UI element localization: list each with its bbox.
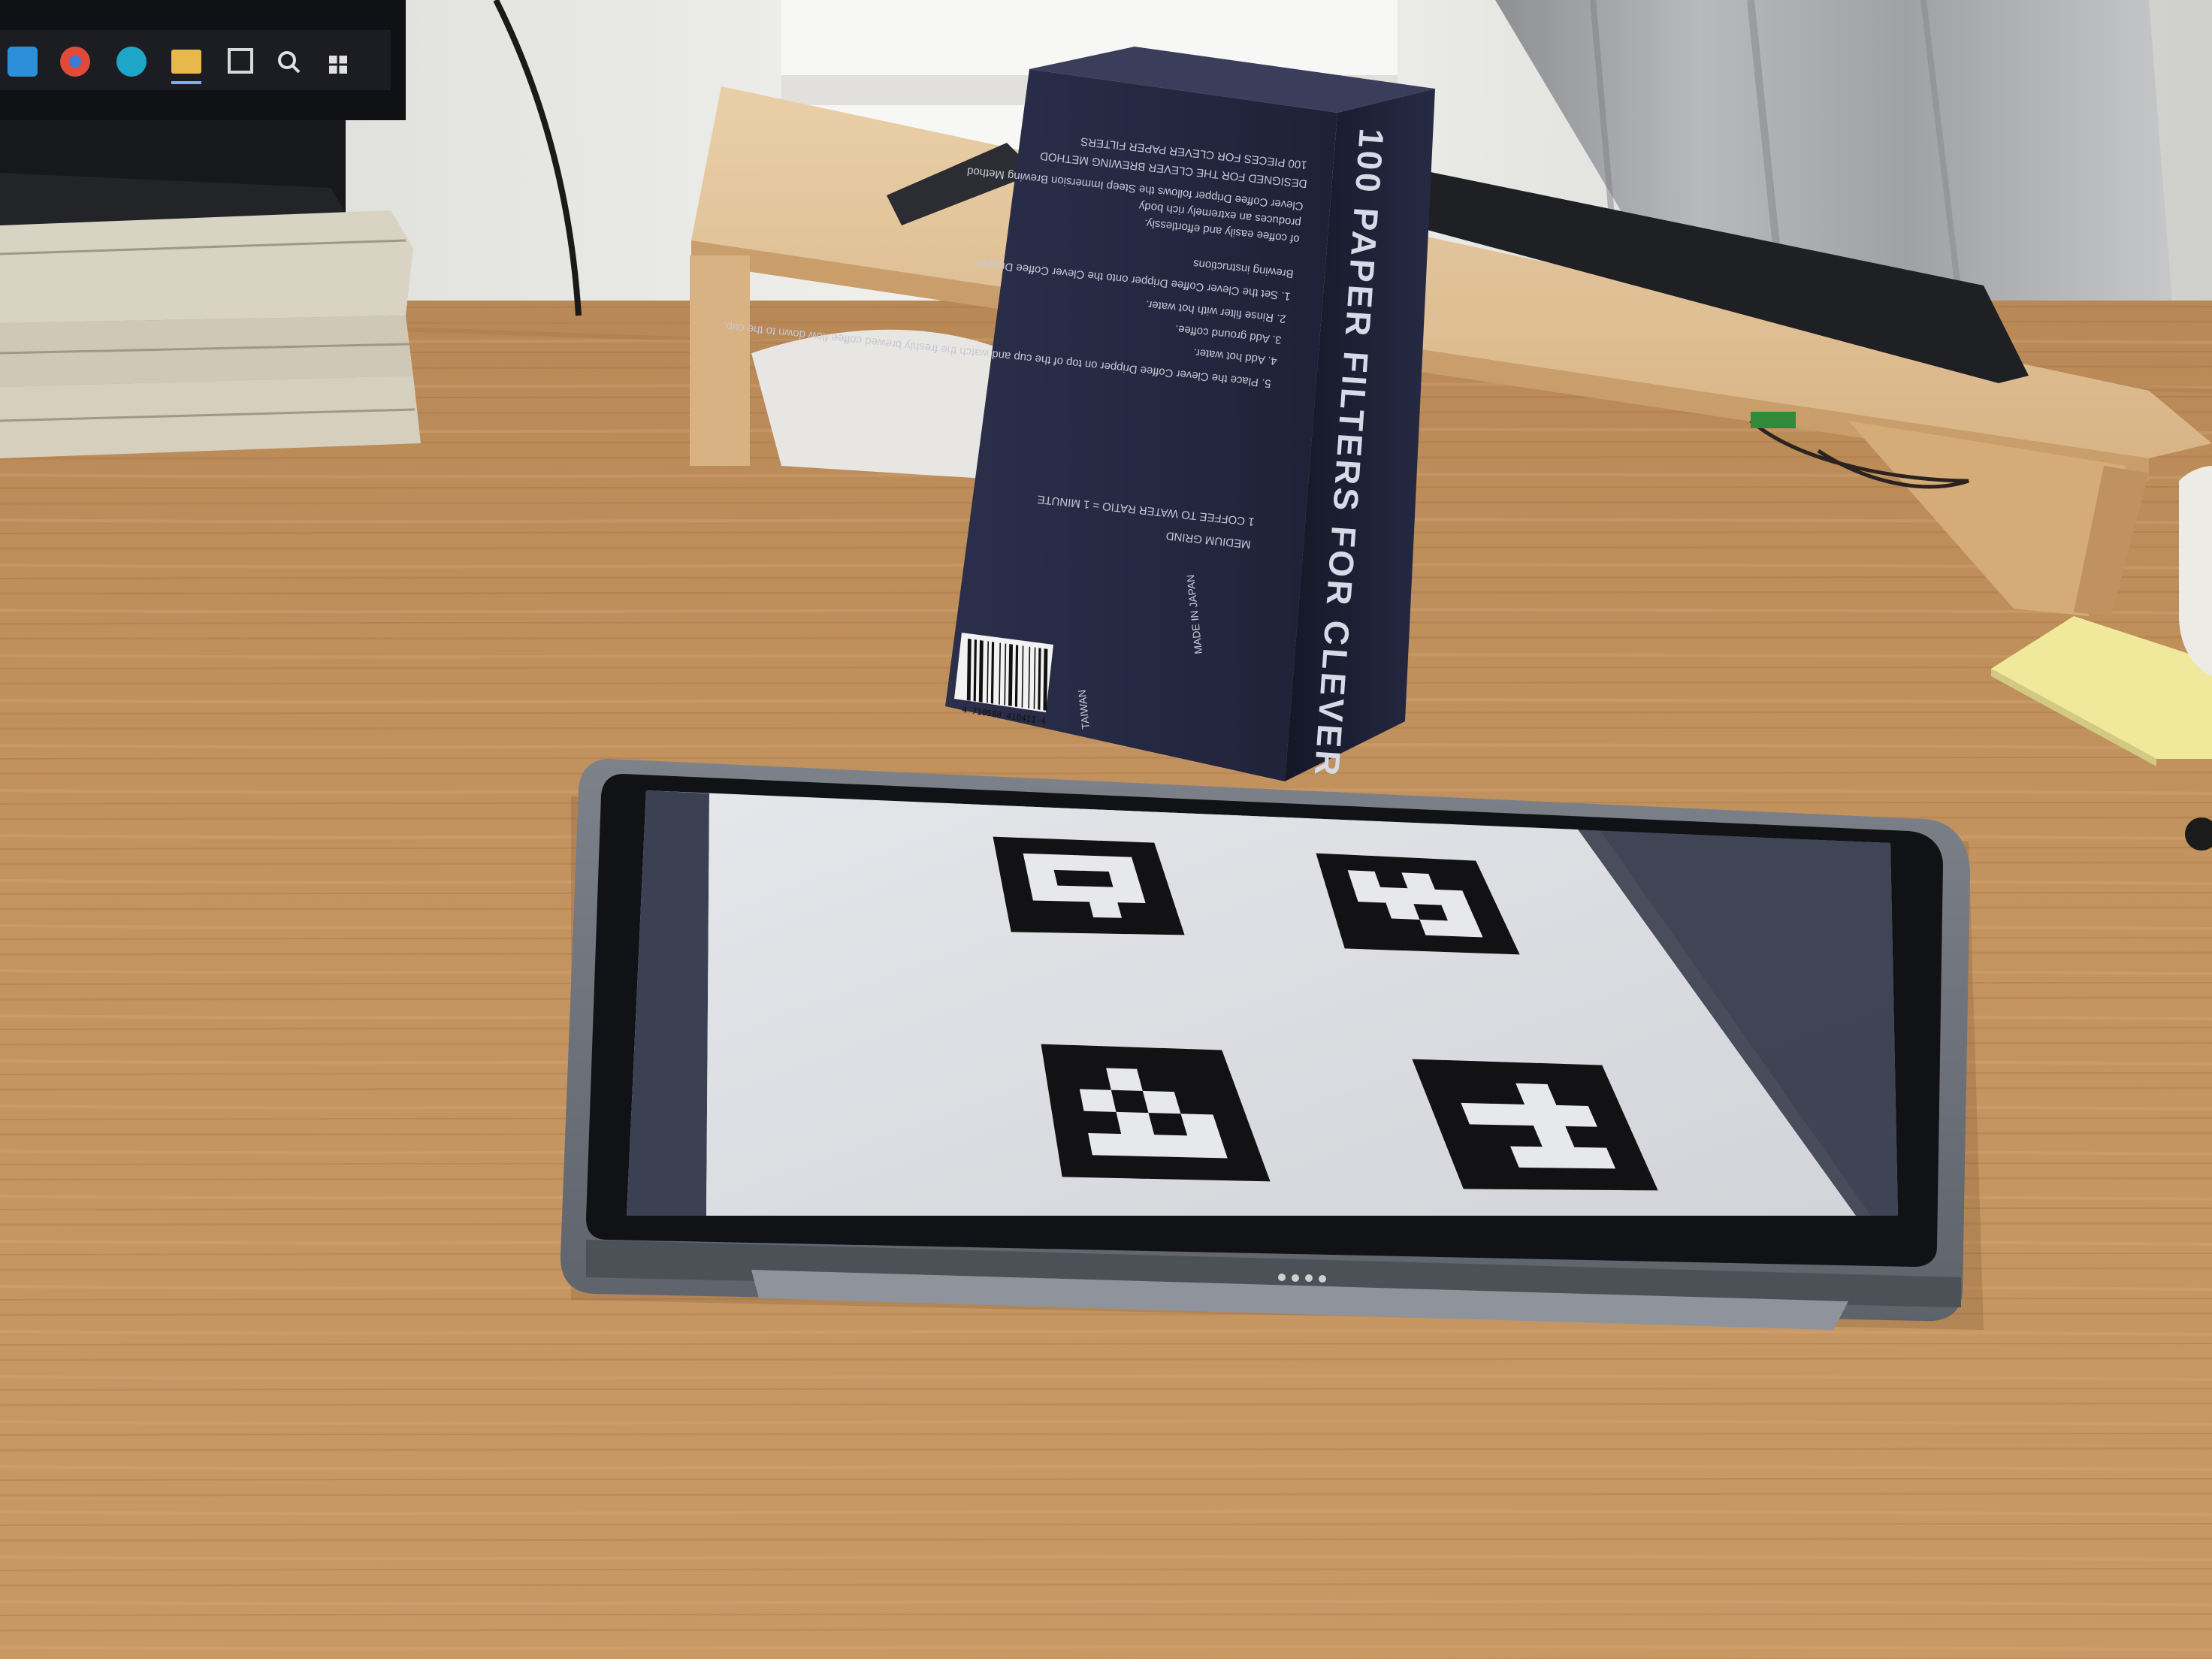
marker-cell [1026, 869, 1059, 887]
marker-cell [1008, 915, 1041, 933]
monitor [0, 0, 406, 233]
marker-cell [1088, 1133, 1127, 1157]
windows-icon[interactable] [329, 56, 347, 74]
tablet [560, 759, 1970, 1330]
marker-cell [1121, 1134, 1161, 1158]
marker-cell [1077, 855, 1110, 872]
edge-icon[interactable] [116, 47, 147, 77]
marker-cell [1141, 887, 1175, 905]
marker-cell [1041, 1044, 1077, 1068]
marker-cell [1029, 884, 1062, 902]
marker-cell [1108, 872, 1142, 889]
marker-cell [1083, 1111, 1123, 1135]
marker-cell [1047, 1088, 1085, 1112]
marker-cell [1100, 840, 1133, 858]
marker-cell [1023, 853, 1055, 871]
paper-stack [0, 210, 421, 458]
marker-cell [1126, 842, 1160, 859]
marker-cell [1036, 916, 1070, 933]
marker-cell [1044, 1065, 1080, 1090]
marker-cell [1075, 1067, 1112, 1091]
marker-cell [1150, 918, 1185, 935]
vscode-icon[interactable] [8, 47, 38, 77]
marker-cell [1061, 901, 1095, 918]
marker-cell [1122, 917, 1156, 935]
marker-cell [1005, 899, 1038, 917]
scene-svg: 100 PAPER FILTERS FOR CLEVER 100 PIECES … [0, 0, 2212, 1659]
marker-cell [1051, 1110, 1089, 1134]
marker-cell [1089, 902, 1123, 919]
marker-cell [999, 868, 1031, 886]
marker-cell [1136, 872, 1170, 890]
marker-top-left [993, 836, 1185, 935]
marker-cell [1106, 1068, 1144, 1092]
marker-cell [1117, 902, 1151, 920]
marker-cell [1104, 856, 1138, 873]
marker-cell [1020, 837, 1051, 855]
marker-cell [1071, 1044, 1108, 1069]
marker-cell [1085, 886, 1119, 903]
chrome-icon[interactable] [60, 47, 90, 77]
marker-cell [1081, 870, 1114, 888]
marker-cell [1058, 1154, 1098, 1178]
marker-cell [1057, 885, 1090, 903]
marker-cell [1055, 1132, 1093, 1156]
marker-cell [1116, 1111, 1156, 1136]
marker-cell [1113, 887, 1147, 904]
marker-cell [996, 852, 1028, 870]
marker-cell [1073, 839, 1105, 857]
marker-cell [1046, 839, 1078, 857]
marker-cell [1065, 917, 1098, 934]
marker-cell [1340, 932, 1375, 950]
marker-cell [1092, 1155, 1132, 1179]
marker-cell [1050, 854, 1083, 872]
marker-cell [1093, 917, 1127, 935]
marker-cell [1145, 903, 1180, 920]
photo-scene: 100 PAPER FILTERS FOR CLEVER 100 PIECES … [0, 0, 2212, 1659]
marker-cell [1111, 1089, 1150, 1114]
marker-cell [1002, 884, 1034, 902]
marker-cell [1053, 869, 1086, 887]
marker-cell [993, 836, 1024, 854]
marker-cell [1126, 1156, 1167, 1180]
marker-cell [1132, 857, 1165, 875]
marker-cell [1032, 900, 1066, 917]
marker-cell [1079, 1089, 1117, 1113]
